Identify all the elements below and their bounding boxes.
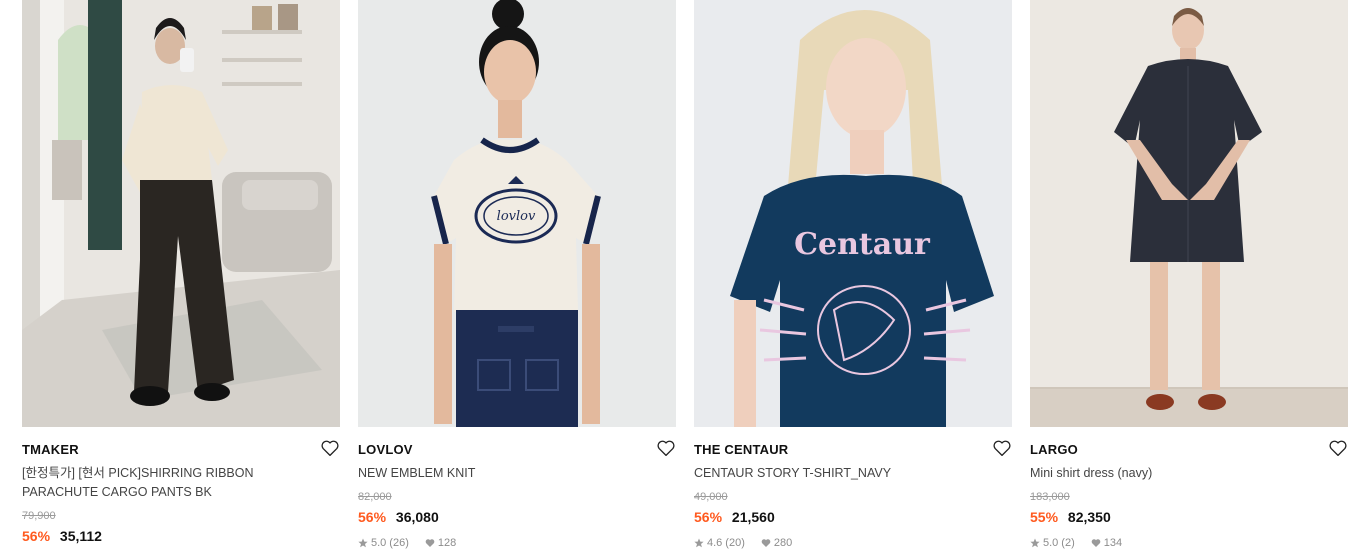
svg-text:lovlov: lovlov [497, 209, 536, 224]
likes-count: 280 [773, 537, 793, 549]
sale-price: 82,350 [1067, 509, 1111, 525]
likes-count: 134 [1103, 537, 1123, 549]
review-meta: 4.6 (20) 280 [694, 536, 1012, 550]
sale-price: 36,080 [395, 509, 439, 525]
star-icon [694, 538, 704, 548]
product-name[interactable]: Mini shirt dress (navy) [1030, 464, 1340, 483]
product-grid: TMAKER [한정특가] [현서 PICK]SHIRRING RIBBON P… [22, 0, 1348, 550]
product-image[interactable] [1030, 0, 1348, 427]
discount-rate: 56% [694, 509, 723, 525]
star-icon [1030, 538, 1040, 548]
discount-rate: 55% [1030, 509, 1059, 525]
brand-name[interactable]: TMAKER [22, 441, 340, 459]
discount-rate: 56% [358, 509, 387, 525]
product-name[interactable]: NEW EMBLEM KNIT [358, 464, 668, 483]
review-meta: 5.0 (2) 134 [1030, 536, 1348, 550]
original-price: 49,000 [694, 491, 728, 503]
price-line: 56% 35,112 [22, 527, 340, 545]
review-count: (20) [725, 537, 745, 549]
product-image[interactable] [22, 0, 340, 427]
price-line: 55% 82,350 [1030, 508, 1348, 526]
discount-rate: 56% [22, 528, 51, 544]
price-line: 56% 21,560 [694, 508, 1012, 526]
rating-value: 4.6 [707, 537, 723, 549]
original-price: 82,000 [358, 491, 392, 503]
wishlist-heart-icon[interactable] [656, 439, 676, 457]
product-name[interactable]: [한정특가] [현서 PICK]SHIRRING RIBBON PARACHUT… [22, 464, 332, 502]
product-name[interactable]: CENTAUR STORY T-SHIRT_NAVY [694, 464, 1004, 483]
brand-name[interactable]: THE CENTAUR [694, 441, 1012, 459]
likes-heart-icon [1091, 539, 1101, 547]
product-card[interactable]: lovlov LOVLOV NEW EMBLEM KNIT 82,000 56% [358, 0, 676, 550]
product-image[interactable]: lovlov [358, 0, 676, 427]
sale-price: 35,112 [59, 528, 102, 544]
wishlist-heart-icon[interactable] [1328, 439, 1348, 457]
review-meta: 5.0 (26) 128 [358, 536, 676, 550]
product-card[interactable]: Centaur THE CENTAUR CENTAUR STORY T-SHIR… [694, 0, 1012, 550]
likes-heart-icon [761, 539, 771, 547]
review-count: (2) [1061, 537, 1075, 549]
rating-value: 5.0 [371, 537, 387, 549]
brand-name[interactable]: LOVLOV [358, 441, 676, 459]
svg-text:Centaur: Centaur [794, 227, 931, 262]
wishlist-heart-icon[interactable] [320, 439, 340, 457]
product-image[interactable]: Centaur [694, 0, 1012, 427]
star-icon [358, 538, 368, 548]
product-card[interactable]: TMAKER [한정특가] [현서 PICK]SHIRRING RIBBON P… [22, 0, 340, 550]
product-card[interactable]: LARGO Mini shirt dress (navy) 183,000 55… [1030, 0, 1348, 550]
likes-heart-icon [425, 539, 435, 547]
sale-price: 21,560 [731, 509, 775, 525]
wishlist-heart-icon[interactable] [992, 439, 1012, 457]
likes-count: 128 [437, 537, 457, 549]
price-line: 56% 36,080 [358, 508, 676, 526]
rating-value: 5.0 [1043, 537, 1059, 549]
review-count: (26) [389, 537, 409, 549]
original-price: 183,000 [1030, 491, 1070, 503]
original-price: 79,900 [22, 510, 56, 522]
brand-name[interactable]: LARGO [1030, 441, 1348, 459]
